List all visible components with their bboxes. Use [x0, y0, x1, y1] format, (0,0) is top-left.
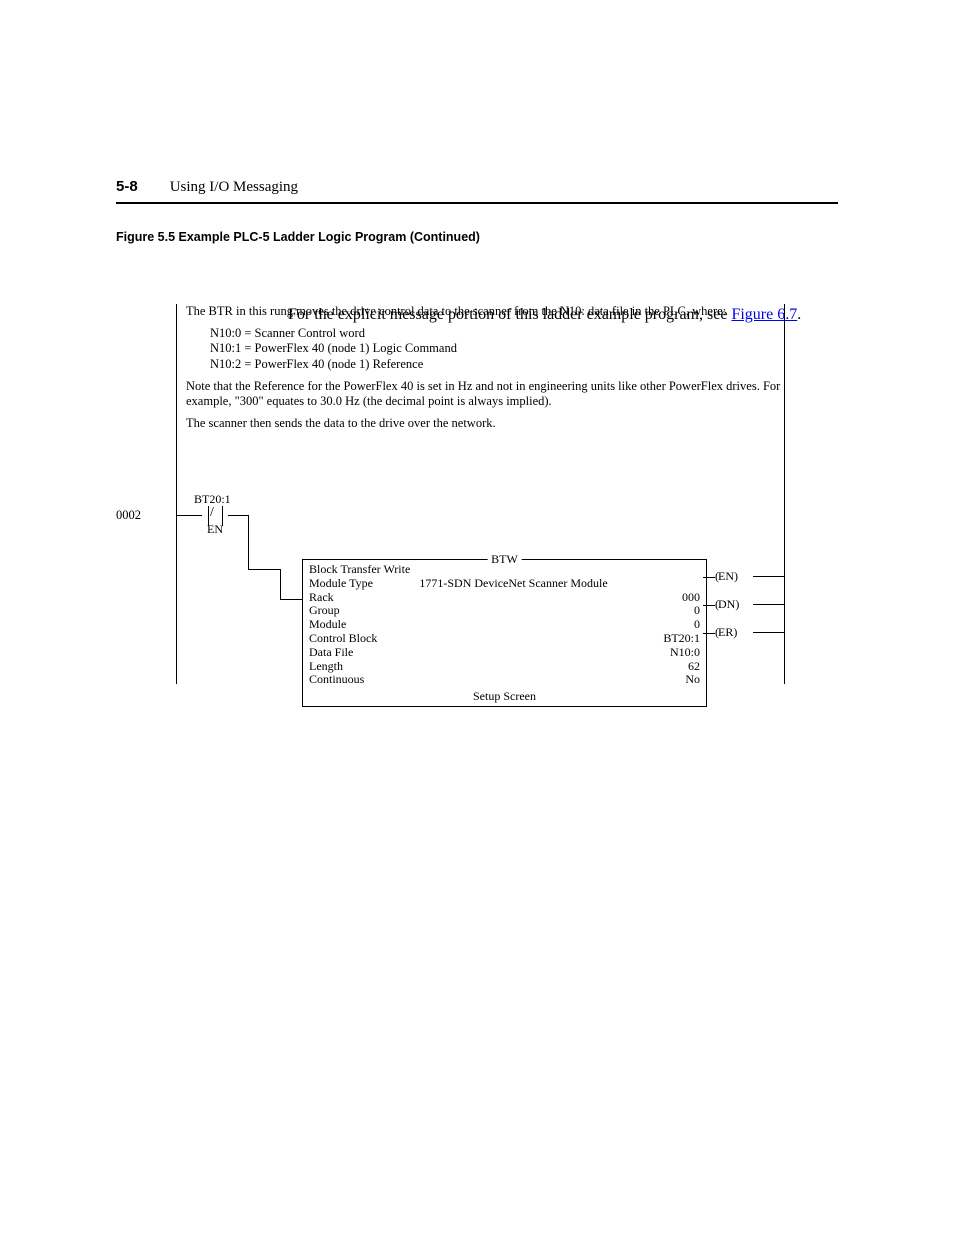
btw-row-val: N10:0: [413, 646, 702, 660]
rung-def: N10:1 = PowerFlex 40 (node 1) Logic Comm…: [210, 341, 784, 357]
btw-row-val: 0: [413, 604, 702, 618]
btw-setup: Setup Screen: [307, 687, 702, 704]
en-coil: (EN): [703, 569, 737, 584]
header-title: Using I/O Messaging: [170, 179, 298, 196]
btw-row-label: Continuous: [307, 673, 413, 687]
contact-label-bottom: EN: [207, 522, 223, 537]
btw-row-label: Control Block: [307, 632, 413, 646]
btw-row-label: Module: [307, 618, 413, 632]
dn-coil: (DN): [703, 597, 738, 612]
rung-def: N10:0 = Scanner Control word: [210, 326, 784, 342]
er-coil: (ER): [703, 625, 736, 640]
rung-number: 0002: [116, 508, 141, 524]
rung-note: Note that the Reference for the PowerFle…: [186, 379, 784, 410]
contact-label-top: BT20:1: [194, 492, 231, 507]
btw-row-label: Group: [307, 604, 413, 618]
btw-row-val: 0: [413, 618, 702, 632]
page-number: 5-8: [116, 178, 138, 195]
rung-scan: The scanner then sends the data to the d…: [186, 416, 784, 432]
btw-title: BTW: [487, 552, 522, 567]
btw-row-val: 000: [413, 591, 702, 605]
btw-instruction: BTW Block Transfer Write Module Type 177…: [302, 559, 707, 707]
rung-def: N10:2 = PowerFlex 40 (node 1) Reference: [210, 357, 784, 373]
btw-row-label: Length: [307, 660, 413, 674]
btw-row-val: 62: [413, 660, 702, 674]
btw-row-val: BT20:1: [413, 632, 702, 646]
btw-row-label: Data File: [307, 646, 413, 660]
follow-text-after: .: [797, 306, 801, 323]
btw-row-val: No: [413, 673, 702, 687]
rung-intro: The BTR in this rung moves the drive con…: [186, 304, 784, 320]
btw-row-val: 1771-SDN DeviceNet Scanner Module: [413, 577, 702, 591]
btw-row-label: Rack: [307, 591, 413, 605]
btw-row-label: Module Type: [307, 577, 413, 591]
page-header: 5-8 Using I/O Messaging: [116, 178, 838, 204]
figure-caption: Figure 5.5 Example PLC-5 Ladder Logic Pr…: [116, 230, 838, 244]
